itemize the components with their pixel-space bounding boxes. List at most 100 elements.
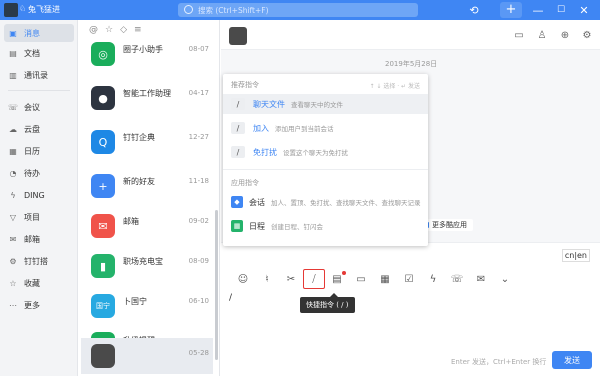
send-button[interactable]: 发送 (552, 351, 592, 369)
session-icon: ◆ (231, 196, 243, 208)
app-command-session[interactable]: ◆ 会话 加人、置顶、免打扰、查找聊天文件、查找聊天记录 (223, 192, 428, 212)
folder-icon[interactable]: ▭ (349, 271, 373, 287)
nav-item-more[interactable]: ⋯ 更多 (4, 296, 74, 314)
cloud-icon: ☁ (9, 124, 17, 134)
add-member-icon[interactable]: ⊕ (559, 29, 571, 41)
chat-avatar[interactable] (229, 27, 247, 45)
section-app: 应用指令 (231, 179, 259, 187)
nav-item-mail[interactable]: ✉ 邮箱 (4, 230, 74, 248)
calendar-icon: ▦ (9, 146, 17, 156)
slash-command-icon[interactable]: ⧸ (303, 269, 325, 289)
conversation-avatar: ✉ (91, 214, 115, 238)
conversation-item-selected[interactable]: 05-28 (81, 338, 213, 374)
todo-icon: ◔ (9, 168, 17, 178)
popup-divider (223, 169, 428, 170)
search-input[interactable]: 搜索 (Ctrl+Shift+F) (178, 3, 418, 17)
conversation-item[interactable]: Q 钉钉企典 12-27 (81, 122, 213, 166)
shortcut-tooltip: 快捷指令 ( / ) (300, 293, 355, 313)
conversation-avatar: ● (91, 86, 115, 110)
phone-icon: ☏ (8, 102, 19, 112)
slash-icon: / (231, 146, 245, 158)
notification-dot (342, 271, 346, 275)
thumb-icon[interactable]: ♮ (255, 271, 279, 287)
input-text: / (229, 293, 233, 303)
scissors-icon[interactable]: ✂ (279, 271, 303, 287)
nav-item-todo[interactable]: ◔ 待办 (4, 164, 74, 182)
conversation-avatar: Q (91, 130, 115, 154)
check-icon[interactable]: ☑ (397, 271, 421, 287)
nav-item-ding[interactable]: ϟ DING (4, 186, 74, 204)
slash-icon: / (231, 122, 245, 134)
conversation-item[interactable]: + 新的好友 11-18 (81, 166, 213, 210)
title-bar: ♘ 兔飞猛进 搜索 (Ctrl+Shift+F) ⟲ + — ☐ ✕ (0, 0, 600, 20)
project-icon: ▽ (9, 212, 17, 222)
app-name: 兔飞猛进 (28, 5, 60, 14)
contacts-icon: ▥ (9, 70, 17, 80)
mail-icon[interactable]: ✉ (469, 271, 493, 287)
command-item-join[interactable]: / 加入 添加用户到当前会话 (223, 118, 428, 138)
chat-header: ▭ ♙ ⊕ ⚙ (221, 20, 600, 50)
conversation-item[interactable]: ✉ 邮箱 09-02 (81, 206, 213, 250)
nav-hint: ↑ ↓ 选择 · ↵ 发送 (369, 83, 420, 90)
send-hint: Enter 发送，Ctrl+Enter 换行 (451, 358, 547, 366)
conversation-avatar: + (91, 174, 115, 198)
history-icon[interactable]: ⟲ (466, 2, 482, 18)
nav-item-docs[interactable]: ▤ 文档 (4, 44, 74, 62)
nav-item-cloud[interactable]: ☁ 云盘 (4, 120, 74, 138)
person-icon[interactable]: ♙ (536, 29, 548, 41)
section-recommend: 推荐指令 (231, 81, 259, 89)
list-scrollbar[interactable] (215, 210, 218, 360)
build-icon: ⚙ (9, 256, 17, 266)
left-nav: ▣ 消息 ▤ 文档 ▥ 通讯录 ☏ 会议 ☁ 云盘 ▦ 日历 ◔ 待办 ϟ DING ▽ 项目 ✉… (0, 20, 78, 376)
phone-icon[interactable]: ☏ (445, 271, 469, 287)
conversation-avatar (91, 344, 115, 368)
star-icon: ☆ (9, 278, 17, 288)
nav-item-favorites[interactable]: ☆ 收藏 (4, 274, 74, 292)
conversation-avatar: ▮ (91, 254, 115, 278)
maximize-button[interactable]: ☐ (553, 2, 569, 18)
chevron-down-icon[interactable]: ⌄ (493, 271, 517, 287)
nav-divider (8, 90, 70, 91)
emoji-icon[interactable]: ☺ (231, 271, 255, 287)
calendar-icon[interactable]: ▦ (373, 271, 397, 287)
nav-item-calendar[interactable]: ▦ 日历 (4, 142, 74, 160)
ding-icon: ϟ (10, 190, 16, 200)
message-input-area[interactable]: cn|en ☺ ♮ ✂ ⧸ ▤ ▭ ▦ ☑ ϟ ☏ ✉ ⌄ 快捷指令 ( / )… (221, 242, 600, 376)
slash-icon: / (231, 98, 245, 110)
folder-icon[interactable]: ▭ (513, 29, 525, 41)
mail-icon: ✉ (9, 234, 17, 244)
minimize-button[interactable]: — (530, 2, 546, 18)
nav-item-project[interactable]: ▽ 项目 (4, 208, 74, 226)
chat-icon: ▣ (9, 28, 17, 38)
conversation-item[interactable]: ● 智能工作助理 04-17 (81, 78, 213, 122)
settings-icon[interactable]: ⚙ (581, 29, 593, 41)
app-logo-icon: ♘ (19, 4, 27, 13)
ding-icon[interactable]: ϟ (421, 271, 445, 287)
command-item-chat-files[interactable]: / 聊天文件 查看聊天中的文件 (223, 94, 428, 114)
search-icon (184, 5, 193, 14)
command-popup: 推荐指令 ↑ ↓ 选择 · ↵ 发送 / 聊天文件 查看聊天中的文件 / 加入 … (223, 74, 428, 246)
app-command-schedule[interactable]: ▦ 日程 创建日程、钉闪会 (223, 216, 428, 236)
close-button[interactable]: ✕ (576, 2, 592, 18)
nav-item-meeting[interactable]: ☏ 会议 (4, 98, 74, 116)
calendar-icon: ▦ (231, 220, 243, 232)
doc-icon: ▤ (9, 48, 17, 58)
nav-item-messages[interactable]: ▣ 消息 (4, 24, 74, 42)
conversation-item[interactable]: ◎ 圈子小助手 08-07 (81, 34, 213, 78)
language-toggle[interactable]: cn|en (561, 249, 590, 262)
command-item-dnd[interactable]: / 免打扰 设置这个聊天为免打扰 (223, 142, 428, 162)
input-toolbar: ☺ ♮ ✂ ⧸ ▤ ▭ ▦ ☑ ϟ ☏ ✉ ⌄ (231, 269, 517, 289)
search-placeholder: 搜索 (Ctrl+Shift+F) (198, 5, 269, 15)
nav-item-build[interactable]: ⚙ 钉钉搭 (4, 252, 74, 270)
date-divider: 2019年5月28日 (385, 60, 438, 68)
more-icon: ⋯ (9, 300, 17, 310)
user-avatar[interactable] (4, 3, 18, 17)
nav-item-contacts[interactable]: ▥ 通讯录 (4, 66, 74, 84)
conversation-avatar: ◎ (91, 42, 115, 66)
conversation-list: @ ☆ ◇ ≡ ◎ 圈子小助手 08-07 ● 智能工作助理 04-17 Q 钉… (79, 20, 220, 376)
conversation-avatar: 国宁 (91, 294, 115, 318)
conversation-item[interactable]: ▮ 职场充电宝 08-09 (81, 246, 213, 290)
conversation-item[interactable]: 国宁 卜国宁 06-10 (81, 286, 213, 330)
add-button[interactable]: + (500, 2, 522, 18)
new-doc-icon[interactable]: ▤ (325, 271, 349, 287)
